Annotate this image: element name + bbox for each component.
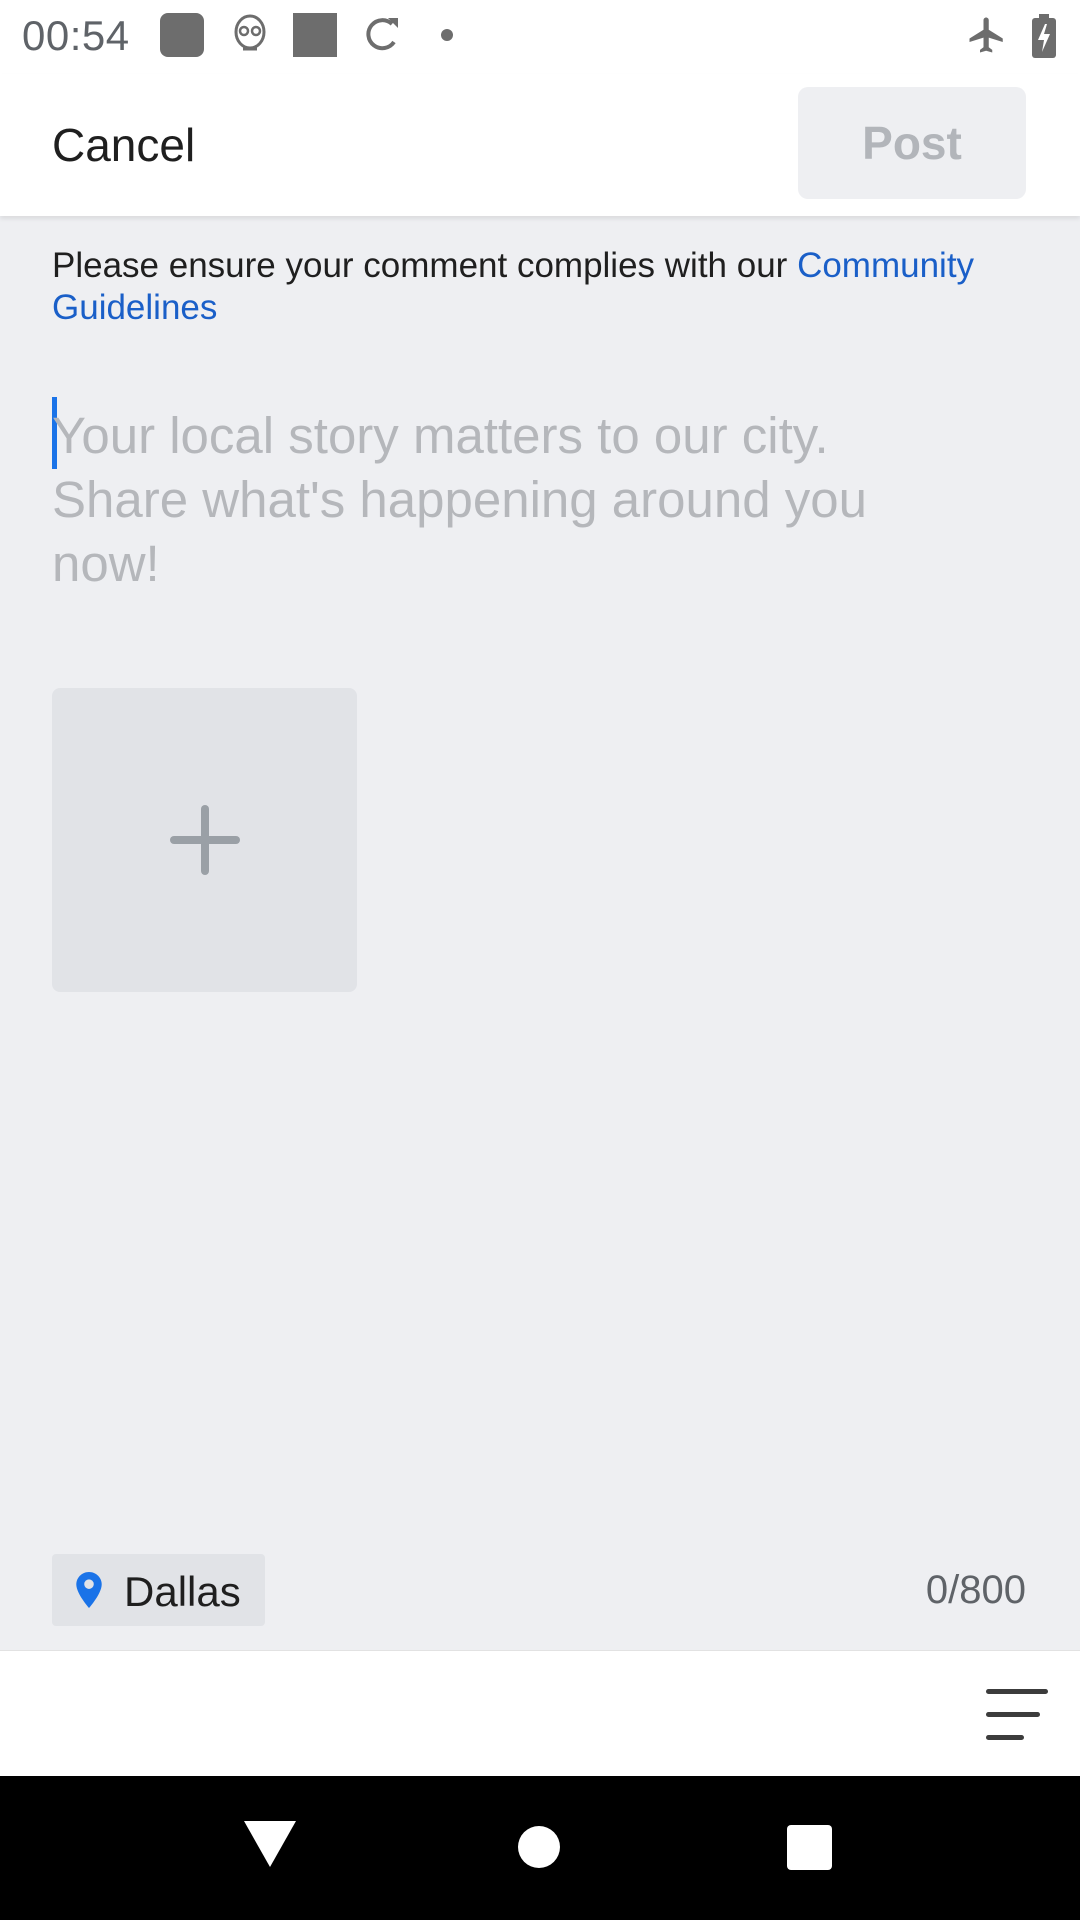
story-input[interactable]: Your local story matters to our city. Sh… — [52, 404, 952, 596]
location-chip[interactable]: Dallas — [52, 1554, 265, 1626]
bottom-toolbar — [0, 1650, 1080, 1776]
alien-robot-icon — [234, 14, 266, 51]
guidelines-notice: Please ensure your comment complies with… — [52, 245, 1032, 329]
post-button[interactable]: Post — [798, 87, 1026, 199]
guidelines-notice-text: Please ensure your comment complies with… — [52, 246, 798, 285]
location-label: Dallas — [124, 1568, 241, 1615]
status-bar: 00:54 — [0, 0, 1080, 74]
dot-icon — [441, 29, 453, 41]
notification-square-icon — [293, 13, 337, 57]
status-time: 00:54 — [22, 12, 130, 59]
back-triangle-icon[interactable] — [244, 1821, 296, 1867]
home-circle-icon[interactable] — [518, 1826, 560, 1868]
location-pin-icon — [76, 1572, 102, 1608]
sync-icon — [366, 18, 398, 51]
compose-header: Cancel Post — [0, 74, 1080, 216]
battery-charging-icon — [1032, 14, 1056, 58]
airplane-mode-icon — [969, 17, 1003, 53]
menu-lines-icon[interactable] — [986, 1689, 1048, 1740]
cancel-button[interactable]: Cancel — [52, 118, 195, 172]
notification-square-icon — [160, 13, 204, 57]
recents-square-icon[interactable] — [787, 1825, 832, 1870]
character-counter: 0/800 — [925, 1568, 1026, 1612]
add-photo-button[interactable] — [52, 688, 357, 992]
